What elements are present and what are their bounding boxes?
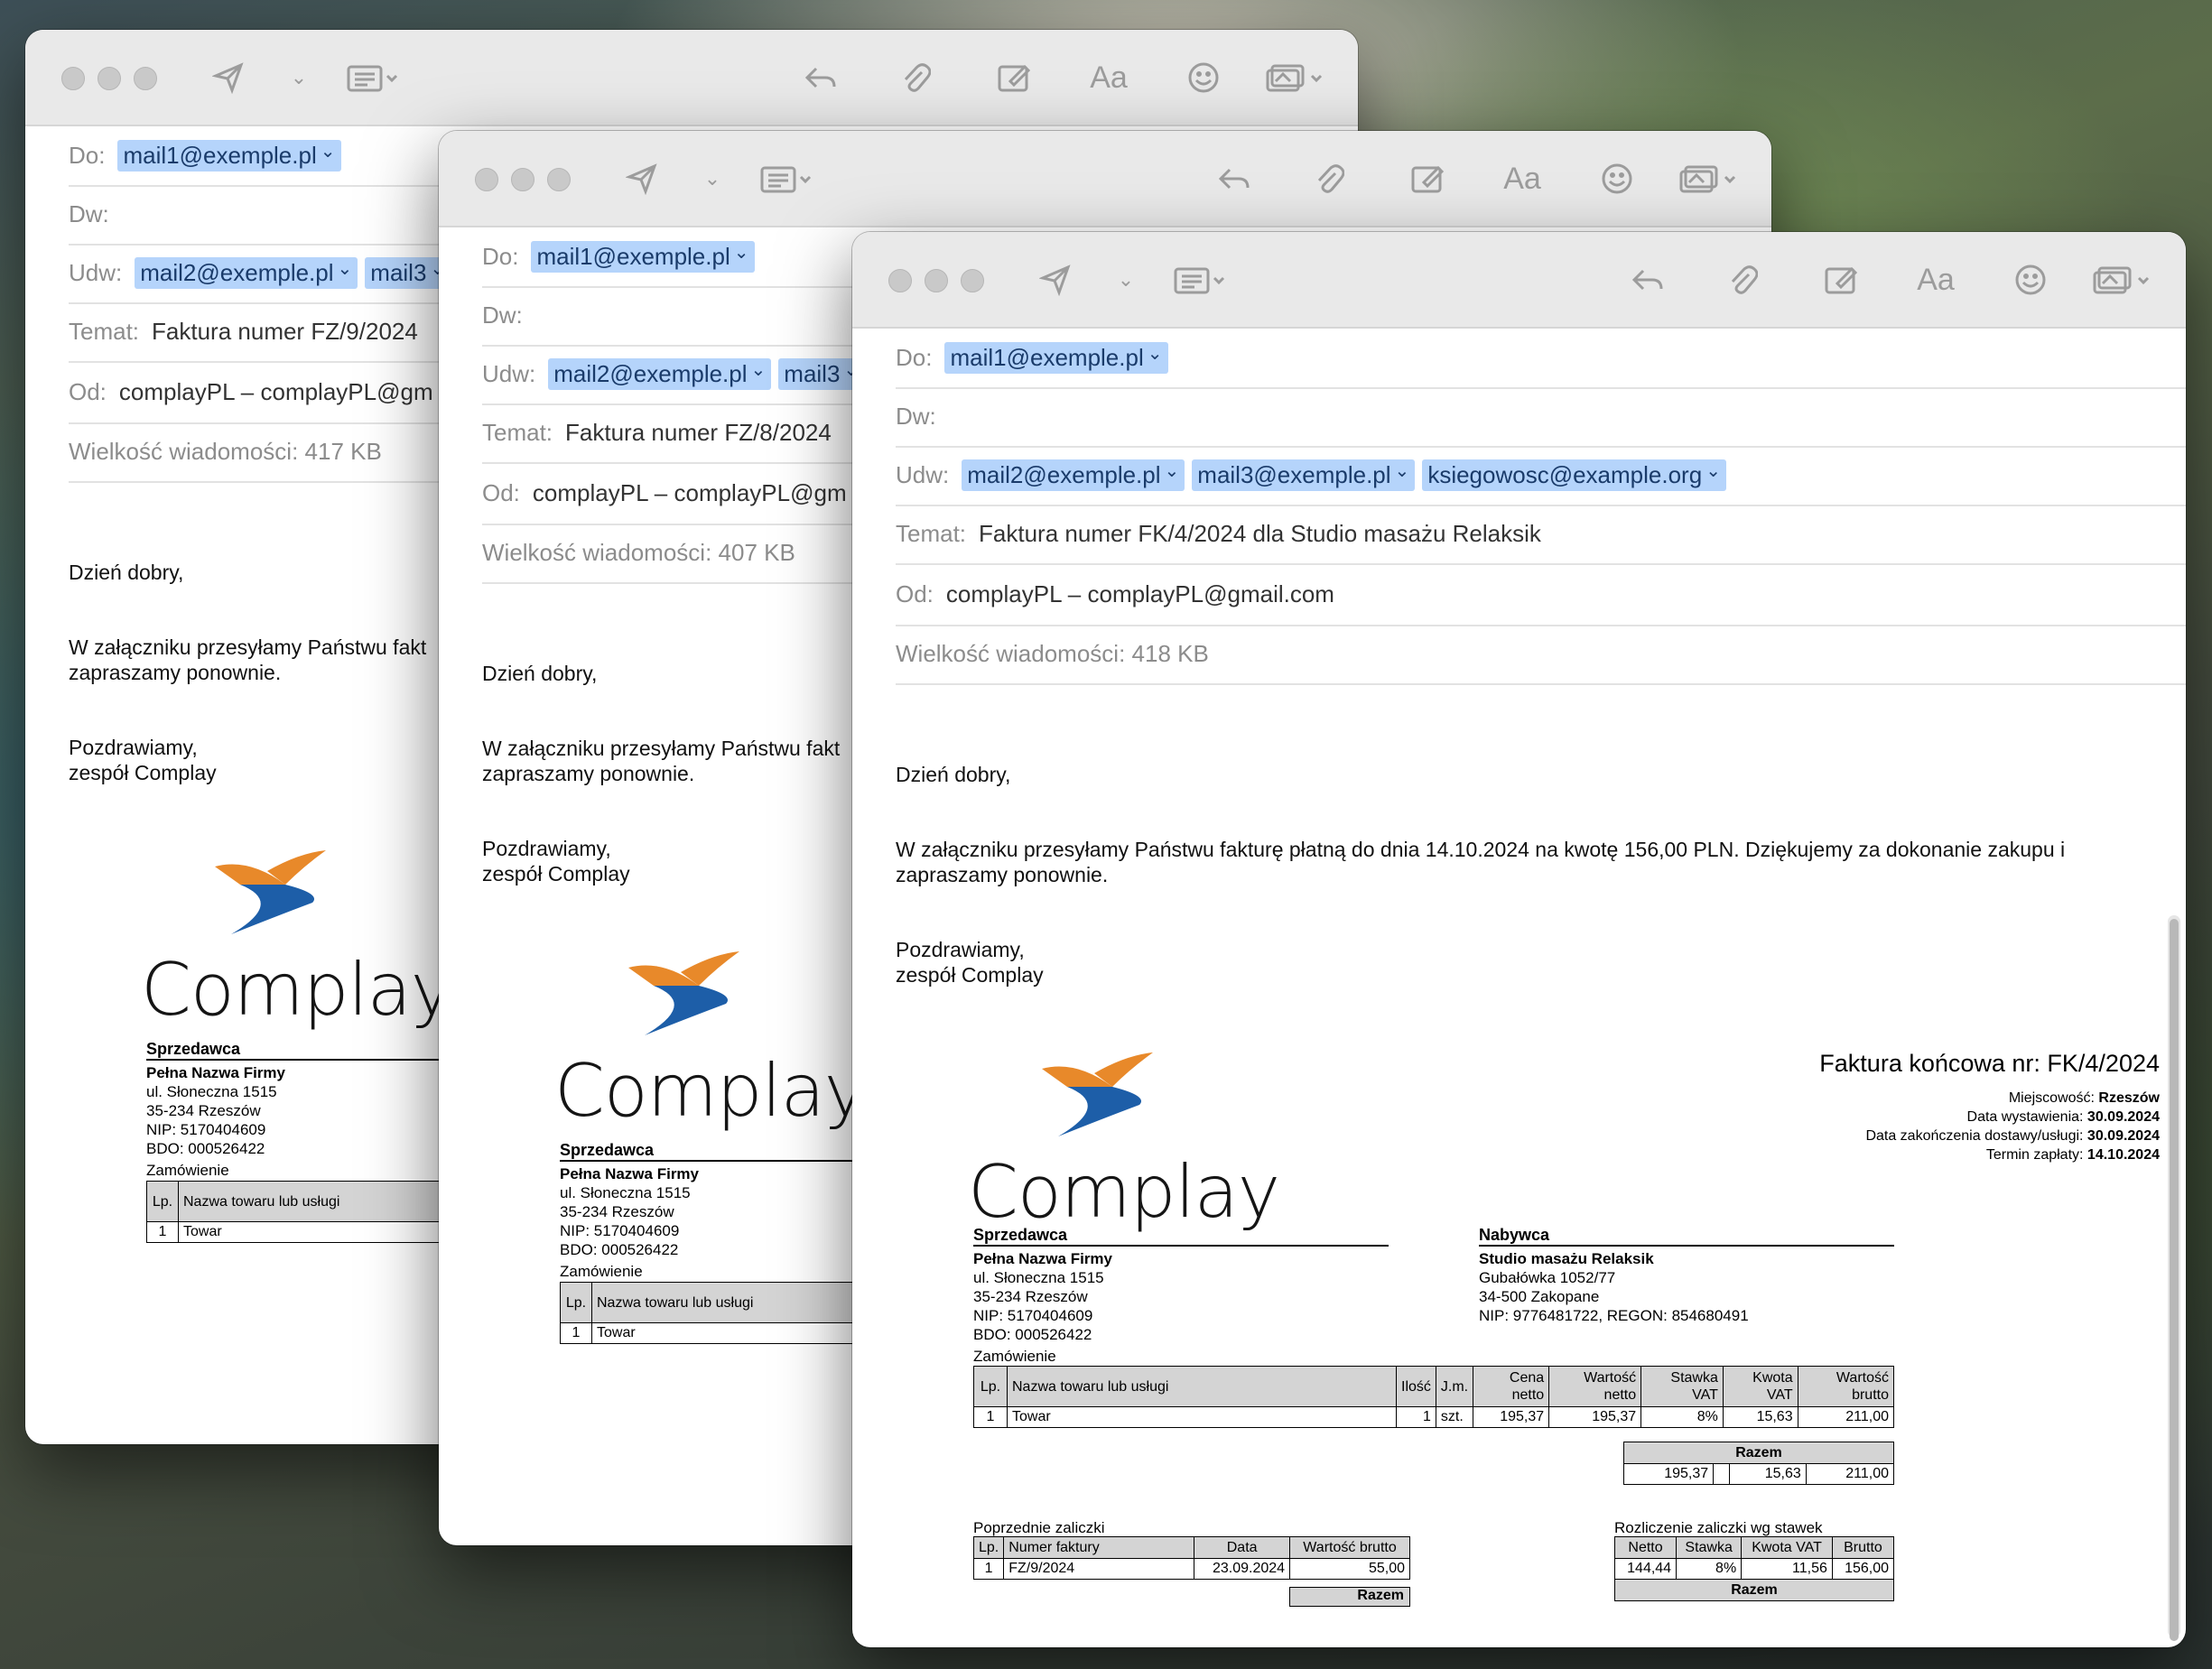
attachment-icon[interactable]: [892, 57, 937, 98]
brand-name: Complay: [141, 948, 453, 1032]
complay-logo-icon: [215, 850, 326, 934]
cc-field[interactable]: Dw:: [896, 387, 2186, 448]
format-icon[interactable]: Aa: [1909, 259, 1963, 301]
brand-name: Complay: [554, 1049, 867, 1133]
recipient-chip[interactable]: ksiegowosc@example.org: [1422, 459, 1726, 491]
minimize-button[interactable]: [98, 67, 121, 90]
settlement-table: Netto Stawka Kwota VAT Brutto 144,44 8% 11,56…: [1613, 1536, 1895, 1601]
order-title: Zamówienie: [973, 1348, 1056, 1365]
invoice-title: Faktura końcowa nr: FK/4/2024: [1819, 1050, 2160, 1077]
chevron-down-icon[interactable]: ⌄: [1112, 259, 1139, 301]
photo-browser-icon[interactable]: [1676, 158, 1748, 199]
recipient-chip[interactable]: mail2@exemple.pl: [962, 459, 1185, 491]
order-table: Lp. Nazwa towaru lub usługi 1 Towar: [146, 1181, 489, 1243]
emoji-icon[interactable]: [1594, 158, 1640, 199]
reply-icon[interactable]: [1211, 158, 1256, 199]
complay-logo-icon: [1042, 1052, 1153, 1136]
invoice-preview: Complay Faktura końcowa nr: FK/4/2024 Mi…: [896, 1050, 2160, 1646]
recipient-chip[interactable]: mail3: [365, 257, 451, 289]
recipient-chip[interactable]: mail3: [778, 358, 865, 390]
close-button[interactable]: [61, 67, 85, 90]
attachment-icon[interactable]: [1719, 259, 1764, 301]
prev-title: Poprzednie zaliczki: [973, 1519, 1105, 1536]
reply-icon[interactable]: [1624, 259, 1669, 301]
chevron-down-icon[interactable]: ⌄: [285, 57, 312, 98]
invoice-dates: Miejscowość: Rzeszów Data wystawienia: 3…: [1865, 1090, 2160, 1163]
toolbar: ⌄ Aa: [439, 131, 1771, 227]
markup-icon[interactable]: [1405, 158, 1450, 199]
markup-icon[interactable]: [1818, 259, 1863, 301]
format-icon[interactable]: Aa: [1495, 158, 1549, 199]
seller-block: Sprzedawca Pełna Nazwa Firmy ul. Słoneczn…: [560, 1141, 867, 1259]
order-table: Lp. Nazwa towaru lub usługi Ilość J.m. C…: [973, 1366, 1895, 1428]
emoji-icon[interactable]: [2008, 259, 2053, 301]
photo-browser-icon[interactable]: [2089, 259, 2161, 301]
photo-browser-icon[interactable]: [1262, 57, 1334, 98]
table-row: 1 FZ/9/2024 23.09.2024 55,00: [972, 1558, 1410, 1580]
order-title: Zamówienie: [146, 1162, 229, 1179]
mail-window-3[interactable]: ⌄ Aa Do:mail1@exemple.pl Dw: Udw:mail2@e…: [852, 232, 2186, 1647]
scrollbar-thumb[interactable]: [2170, 919, 2179, 1641]
attachment-icon[interactable]: [1306, 158, 1351, 199]
minimize-button[interactable]: [925, 269, 948, 292]
zoom-button[interactable]: [961, 269, 984, 292]
send-icon[interactable]: [1033, 259, 1078, 301]
recipient-chip[interactable]: mail2@exemple.pl: [548, 358, 772, 390]
send-icon[interactable]: [619, 158, 665, 199]
markup-icon[interactable]: [991, 57, 1036, 98]
send-icon[interactable]: [206, 57, 251, 98]
table-row: 144,44 8% 11,56 156,00: [1613, 1558, 1895, 1580]
message-body[interactable]: Dzień dobry, W załączniku przesyłamy Pań…: [896, 762, 2132, 1037]
scrollbar[interactable]: [2168, 915, 2180, 1641]
buyer-block: Nabywca Studio masażu Relaksik Gubałówka …: [1479, 1226, 1894, 1325]
header-fields-icon[interactable]: [341, 57, 404, 98]
recipient-chip[interactable]: mail3@exemple.pl: [1192, 459, 1416, 491]
seller-block: Sprzedawca Pełna Nazwa Firmy ul. Słoneczn…: [146, 1040, 453, 1158]
close-button[interactable]: [888, 269, 912, 292]
settle-title: Rozliczenie zaliczki wg stawek: [1614, 1519, 1823, 1536]
zoom-button[interactable]: [134, 67, 157, 90]
toolbar: ⌄ Aa: [25, 30, 1358, 126]
header-fields-icon[interactable]: [1168, 259, 1231, 301]
to-field[interactable]: Do: mail1@exemple.pl: [896, 329, 2186, 389]
close-button[interactable]: [475, 168, 498, 191]
header-fields-icon[interactable]: [755, 158, 818, 199]
brand-name: Complay: [968, 1150, 1280, 1234]
reply-icon[interactable]: [797, 57, 842, 98]
minimize-button[interactable]: [511, 168, 534, 191]
prev-advances-table: Lp. Numer faktury Data Wartość brutto 1 FZ/9…: [972, 1536, 1410, 1580]
message-size: Wielkość wiadomości: 418 KB: [896, 625, 2186, 685]
prev-razem: Razem: [1289, 1587, 1410, 1607]
order-summary-table: Razem 195,37 15,63 211,00: [1622, 1442, 1895, 1485]
format-icon[interactable]: Aa: [1082, 57, 1136, 98]
complay-logo-icon: [628, 951, 739, 1035]
chevron-down-icon[interactable]: ⌄: [699, 158, 726, 199]
order-title: Zamówienie: [560, 1263, 643, 1280]
subject-field[interactable]: Temat: Faktura numer FK/4/2024 dla Studio…: [896, 505, 2186, 565]
recipient-chip[interactable]: mail1@exemple.pl: [531, 241, 755, 273]
bcc-field[interactable]: Udw:mail2@exemple.plmail3@exemple.plksie…: [896, 446, 2186, 506]
seller-block: Sprzedawca Pełna Nazwa Firmy ul. Słoneczn…: [973, 1226, 1389, 1344]
from-field[interactable]: Od: complayPL – complayPL@gmail.com: [896, 563, 2186, 626]
recipient-chip[interactable]: mail1@exemple.pl: [117, 140, 341, 172]
zoom-button[interactable]: [547, 168, 571, 191]
recipient-chip[interactable]: mail1@exemple.pl: [944, 342, 1168, 374]
toolbar: ⌄ Aa: [852, 232, 2186, 329]
table-row: 1 Towar 1 szt. 195,37 195,37 8% 15,63 21…: [973, 1406, 1895, 1428]
order-table: Lp. Nazwa towaru lub usługi 1 Towar: [560, 1282, 903, 1344]
recipient-chip[interactable]: mail2@exemple.pl: [135, 257, 358, 289]
emoji-icon[interactable]: [1181, 57, 1226, 98]
